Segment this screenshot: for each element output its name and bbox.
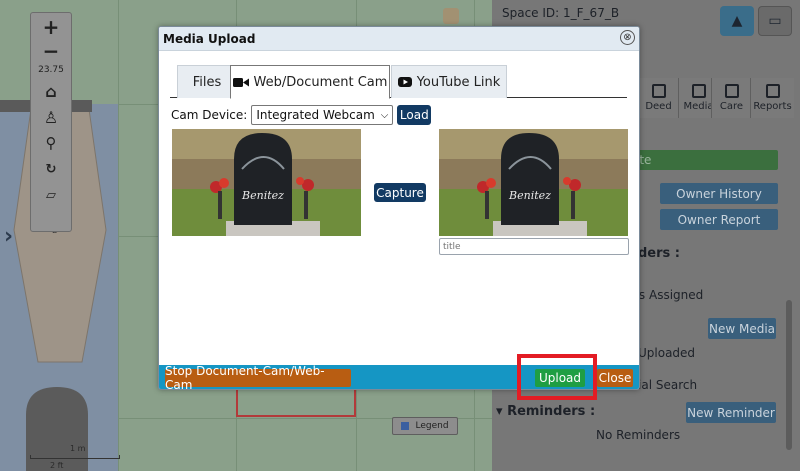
image-icon <box>691 84 706 98</box>
legend-icon <box>401 422 410 430</box>
close-icon[interactable]: ⊗ <box>620 30 635 45</box>
tab-care-label: Care <box>719 101 744 112</box>
load-button[interactable]: Load <box>397 105 432 125</box>
expand-left-icon[interactable]: › <box>4 224 13 249</box>
person-locate-icon[interactable]: ♙ <box>37 105 65 129</box>
holders-heading: ders : <box>638 246 680 261</box>
update-button[interactable]: ate <box>628 150 778 170</box>
ruler-icon[interactable]: ▱ <box>37 183 65 207</box>
upload-highlight-box <box>517 354 597 400</box>
map-marker-icon[interactable] <box>443 8 459 24</box>
upload-tabs: Files Web/Document Cam YouTube Link <box>170 65 627 99</box>
legend-label: Legend <box>415 421 449 431</box>
tab-reports-label: Reports <box>753 101 792 112</box>
scale-meters: 1 m <box>70 444 86 453</box>
tab-files[interactable]: Files <box>177 65 237 98</box>
document-icon <box>651 84 666 98</box>
captured-image: Benitez <box>439 129 628 236</box>
space-id: Space ID: 1_F_67_B <box>502 6 620 20</box>
photo-inscription: Benitez <box>241 189 284 202</box>
tab-deed-label: Deed <box>645 101 672 112</box>
tab-care[interactable]: Care <box>711 78 751 118</box>
cam-device-value: Integrated Webcam <box>256 108 375 122</box>
search-label: ial Search <box>638 378 698 392</box>
photo-inscription: Benitez <box>508 189 551 202</box>
dialog-title: Media Upload <box>163 32 256 46</box>
map-pin-icon: ▲ <box>731 13 743 29</box>
cam-device-label: Cam Device: <box>171 108 248 122</box>
new-reminder-button[interactable]: New Reminder <box>686 402 776 423</box>
media-upload-dialog: Media Upload ⊗ Files Web/Document Cam Yo… <box>158 26 640 390</box>
printer-icon: ▭ <box>768 13 782 29</box>
tab-files-label: Files <box>192 74 222 90</box>
new-media-button[interactable]: New Media <box>708 318 776 339</box>
no-reminders: No Reminders <box>596 428 681 442</box>
cam-device-row: Cam Device: Integrated Webcam ⌵ Load <box>171 105 432 125</box>
scale-feet: 2 ft <box>50 461 64 470</box>
dialog-header: Media Upload ⊗ <box>159 27 639 51</box>
rotate-360-icon[interactable]: ↻ <box>37 157 65 181</box>
live-camera-preview: Benitez <box>172 129 361 236</box>
owner-history-button[interactable]: Owner History <box>660 183 778 204</box>
print-button[interactable]: ▭ <box>758 6 792 36</box>
zoom-search-icon[interactable]: ⚲ <box>37 131 65 155</box>
map-scale: 1 m 2 ft <box>30 444 120 470</box>
chevron-down-icon: ⌵ <box>380 109 389 121</box>
map-pin-button[interactable]: ▲ <box>720 6 754 36</box>
tab-deed[interactable]: Deed <box>638 78 678 118</box>
scale-bar <box>30 455 120 459</box>
zoom-level: 23.75 <box>38 65 64 75</box>
stop-cam-button[interactable]: Stop Document-Cam/Web-Cam <box>165 364 351 389</box>
legend-button[interactable]: Legend <box>392 417 458 435</box>
list-icon <box>765 84 780 98</box>
capture-button[interactable]: Capture <box>374 183 426 202</box>
headstone-photo-live: Benitez <box>172 129 361 236</box>
side-scrollbar[interactable] <box>786 300 792 450</box>
youtube-icon <box>397 77 412 87</box>
media-status: Uploaded <box>638 346 696 360</box>
video-camera-icon <box>232 77 249 87</box>
holders-status: rs Assigned <box>634 288 704 302</box>
home-icon[interactable]: ⌂ <box>37 79 65 103</box>
tab-media-label: Media <box>683 101 714 112</box>
tab-youtube-link[interactable]: YouTube Link <box>391 65 507 98</box>
tab-web-document-cam-label: Web/Document Cam <box>253 74 388 90</box>
tab-youtube-link-label: YouTube Link <box>416 74 501 90</box>
reminders-heading-label: Reminders : <box>507 404 596 419</box>
zoom-out-button[interactable]: − <box>37 39 65 63</box>
image-title-input[interactable] <box>439 238 629 255</box>
reminders-heading[interactable]: ▾ Reminders : <box>496 404 595 419</box>
zoom-in-button[interactable]: + <box>37 15 65 39</box>
camera-icon <box>724 84 739 98</box>
headstone-photo-captured: Benitez <box>439 129 628 236</box>
map-toolbar: + − 23.75 ⌂ ♙ ⚲ ↻ ▱ <box>30 12 72 232</box>
tab-web-document-cam[interactable]: Web/Document Cam <box>230 65 390 99</box>
close-button[interactable]: Close <box>597 369 633 387</box>
collapse-caret-icon: ▾ <box>496 404 503 419</box>
cam-device-select[interactable]: Integrated Webcam ⌵ <box>251 105 394 125</box>
tab-reports[interactable]: Reports <box>750 78 794 118</box>
owner-report-button[interactable]: Owner Report <box>660 209 778 230</box>
